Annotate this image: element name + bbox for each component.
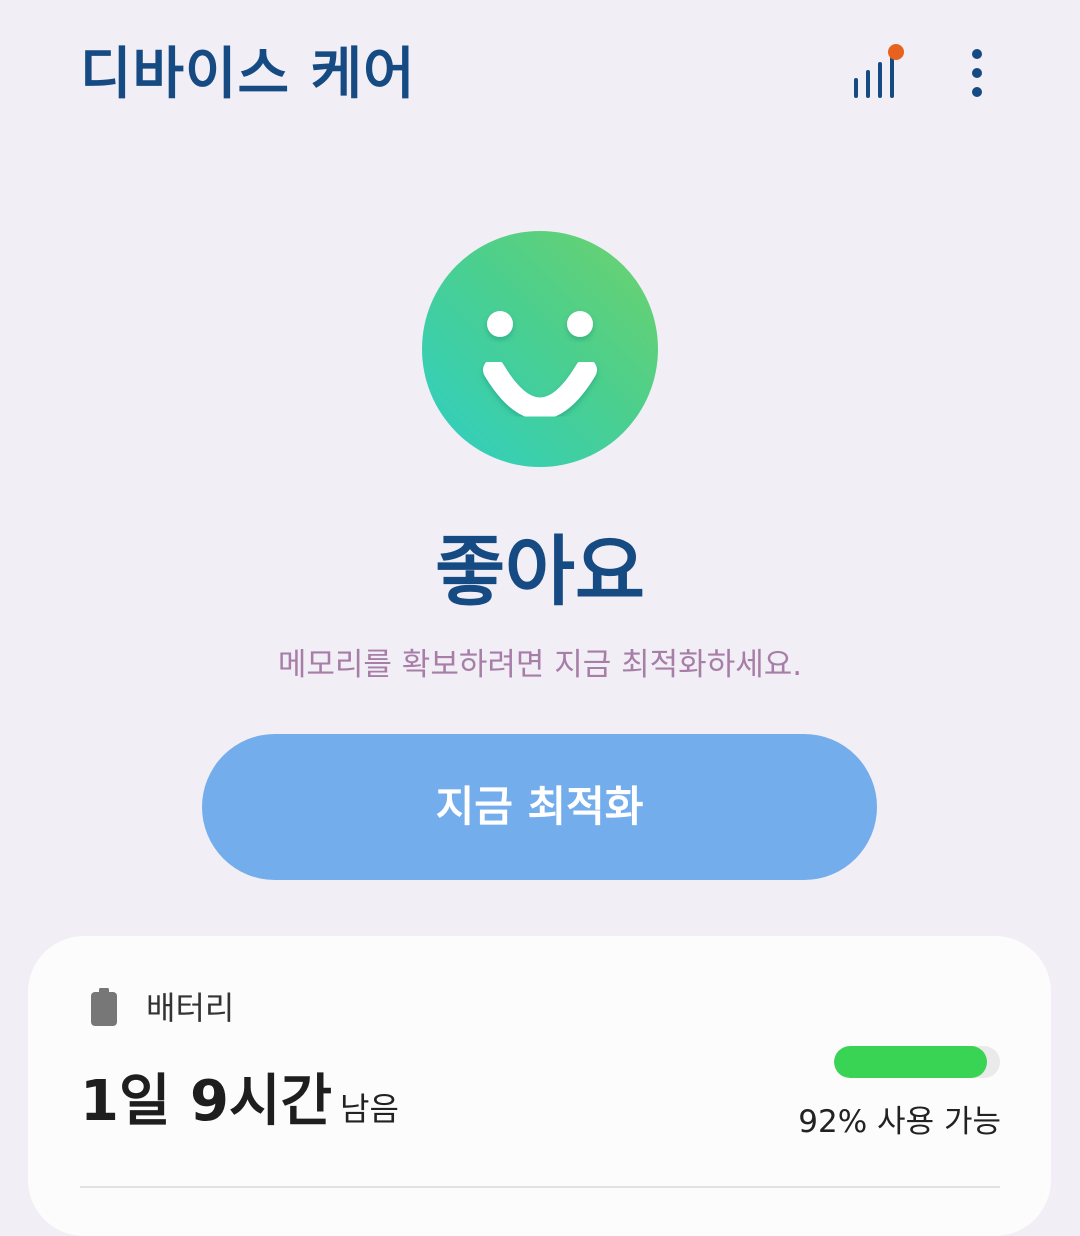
battery-label: 배터리 [146, 989, 235, 1027]
battery-time-suffix: 남음 [340, 1090, 399, 1128]
more-vertical-icon [972, 49, 982, 97]
battery-icon [91, 988, 117, 1026]
signal-button[interactable] [848, 40, 908, 104]
status-subtitle: 메모리를 확보하려면 지금 최적화하세요. [277, 647, 803, 683]
signal-bars-icon [854, 44, 904, 98]
app-header: 디바이스 케어 [0, 0, 1080, 150]
battery-remaining-time: 1일 9시간 남음 [80, 1062, 399, 1149]
smiley-face-icon [422, 231, 658, 467]
battery-time-value: 1일 9시간 [80, 1069, 332, 1134]
notification-dot [888, 44, 904, 60]
battery-percent: 92% 사용 가능 [798, 1104, 1001, 1140]
page-title: 디바이스 케어 [80, 42, 416, 107]
battery-level-fill [834, 1046, 987, 1078]
battery-card[interactable]: 배터리 1일 9시간 남음 92% 사용 가능 [28, 936, 1051, 1236]
optimize-now-button[interactable]: 지금 최적화 [202, 734, 877, 880]
battery-level-bar [834, 1046, 1000, 1078]
status-title: 좋아요 [435, 527, 645, 616]
more-options-button[interactable] [952, 44, 1002, 104]
card-divider [80, 1186, 1000, 1188]
